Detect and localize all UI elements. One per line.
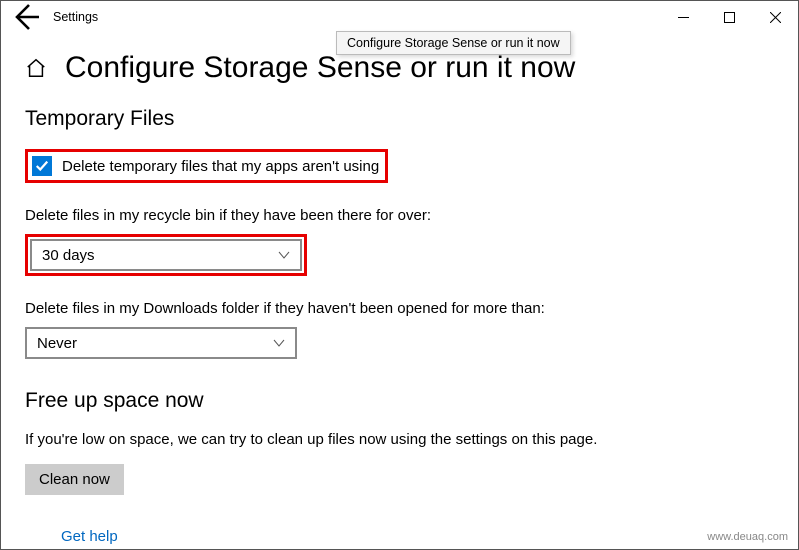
minimize-button[interactable] bbox=[660, 1, 706, 33]
check-icon bbox=[35, 159, 49, 173]
free-space-heading: Free up space now bbox=[25, 389, 774, 413]
app-title: Settings bbox=[53, 10, 98, 24]
recycle-bin-highlight: 30 days bbox=[25, 234, 307, 276]
window-controls bbox=[660, 1, 798, 33]
chevron-down-icon bbox=[278, 249, 290, 261]
back-button[interactable] bbox=[9, 1, 41, 33]
close-icon bbox=[770, 12, 781, 23]
recycle-bin-label: Delete files in my recycle bin if they h… bbox=[25, 207, 774, 224]
maximize-button[interactable] bbox=[706, 1, 752, 33]
title-bar: Settings bbox=[1, 1, 798, 33]
content-area: Temporary Files Delete temporary files t… bbox=[1, 85, 798, 495]
minimize-icon bbox=[678, 12, 689, 23]
tooltip: Configure Storage Sense or run it now bbox=[336, 31, 571, 55]
home-button[interactable] bbox=[25, 57, 47, 79]
downloads-label: Delete files in my Downloads folder if t… bbox=[25, 300, 774, 317]
free-space-desc: If you're low on space, we can try to cl… bbox=[25, 431, 774, 448]
clean-now-button[interactable]: Clean now bbox=[25, 464, 124, 495]
temp-files-heading: Temporary Files bbox=[25, 107, 774, 131]
watermark: www.deuaq.com bbox=[707, 531, 788, 543]
recycle-bin-value: 30 days bbox=[42, 247, 95, 264]
delete-temp-checkbox-row[interactable]: Delete temporary files that my apps aren… bbox=[25, 149, 388, 183]
close-button[interactable] bbox=[752, 1, 798, 33]
home-icon bbox=[25, 57, 47, 79]
downloads-dropdown[interactable]: Never bbox=[25, 327, 297, 359]
page-title: Configure Storage Sense or run it now bbox=[65, 51, 575, 85]
get-help-link[interactable]: Get help bbox=[61, 528, 118, 545]
delete-temp-checkbox[interactable] bbox=[32, 156, 52, 176]
delete-temp-label: Delete temporary files that my apps aren… bbox=[62, 158, 379, 175]
downloads-value: Never bbox=[37, 335, 77, 352]
chevron-down-icon bbox=[273, 337, 285, 349]
recycle-bin-dropdown[interactable]: 30 days bbox=[30, 239, 302, 271]
arrow-left-icon bbox=[9, 1, 41, 33]
maximize-icon bbox=[724, 12, 735, 23]
